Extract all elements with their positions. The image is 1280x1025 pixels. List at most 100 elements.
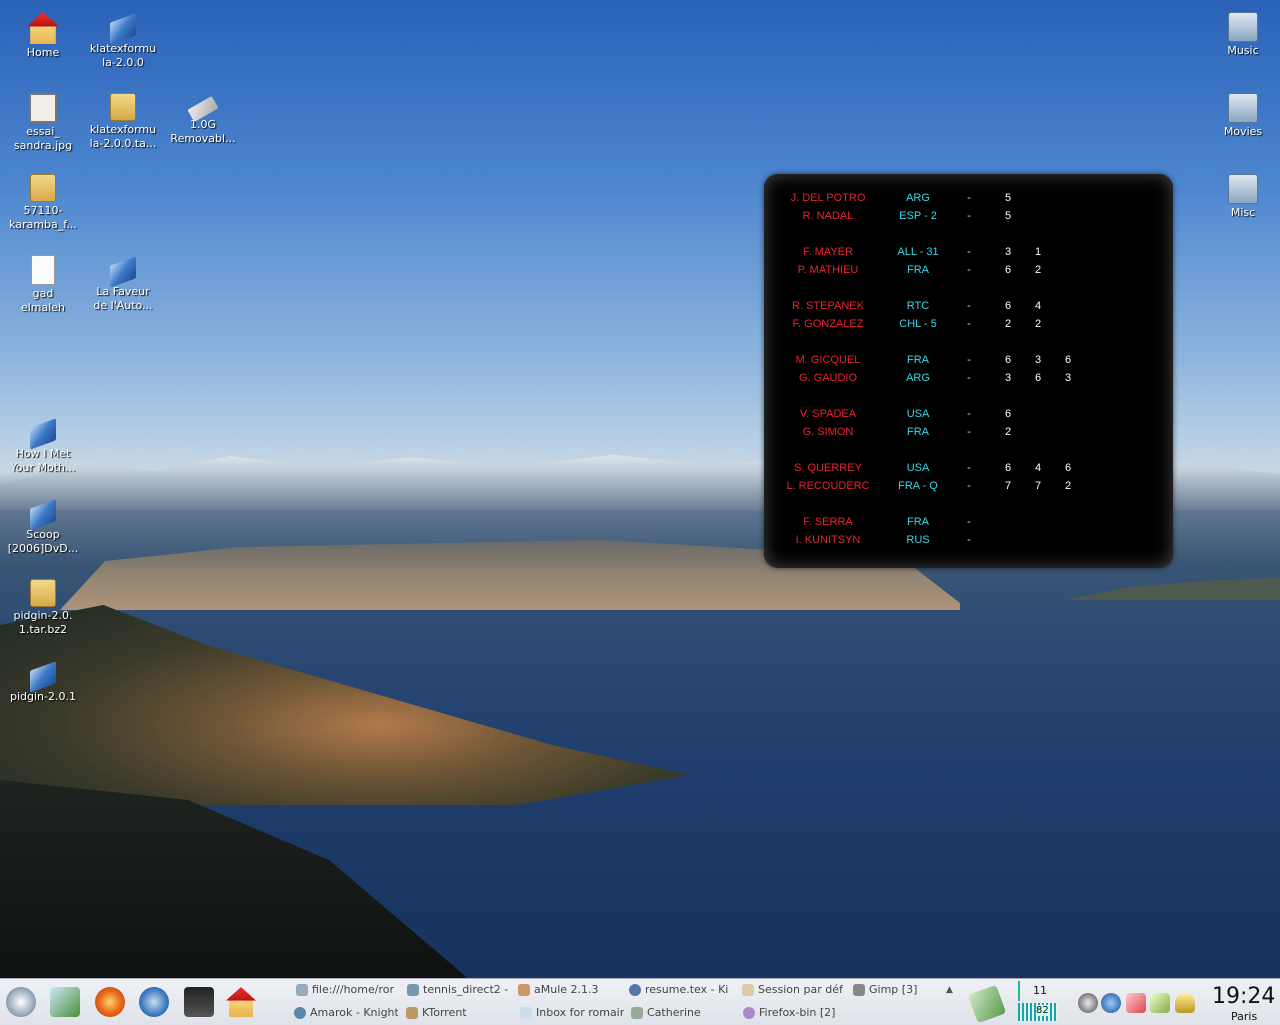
desktop-icon-movies[interactable]: Movies — [1203, 93, 1280, 139]
firefox-icon — [743, 1007, 755, 1019]
desktop-icon-label: elmaleh — [20, 301, 66, 314]
desktop-icon-label: la-2.0.0.ta... — [89, 137, 157, 150]
desktop-icon-label: Movies — [1223, 125, 1263, 138]
desktop-icon-label: essai_ — [26, 125, 60, 138]
volume-icon[interactable] — [1078, 993, 1098, 1013]
player-name: F. MAYER — [803, 246, 853, 258]
player-name: J. DEL POTRO — [790, 192, 866, 204]
desktop-icon-label: klatexformu — [89, 42, 157, 55]
desktop-icon-pidgin-archive[interactable]: pidgin-2.0. 1.tar.bz2 — [3, 579, 83, 637]
score-separator: - — [967, 516, 971, 528]
score-separator: - — [967, 300, 971, 312]
player-name: V. SPADEA — [799, 408, 857, 420]
set-score: 3 — [1004, 372, 1012, 384]
player-line: F. GONZALEZ CHL - 5 - 2 2 — [764, 315, 1173, 333]
home-launcher-icon[interactable] — [226, 987, 256, 1017]
set-score: 6 — [1064, 462, 1072, 474]
desktop-icon-label: 57110- — [23, 204, 63, 217]
task-firefox[interactable]: Firefox-bin [2] — [743, 1003, 847, 1023]
score-separator: - — [967, 264, 971, 276]
player-line: G. GAUDIO ARG - 3 6 3 — [764, 369, 1173, 387]
terminal-launcher-icon[interactable] — [184, 987, 214, 1017]
desktop-icon-label: Home — [26, 46, 60, 59]
task-file-manager[interactable]: file:///home/ror — [296, 980, 400, 1000]
task-amule[interactable]: aMule 2.1.3 — [518, 980, 622, 1000]
tray-app-icon[interactable] — [1175, 993, 1195, 1013]
player-name: R. NADAL — [802, 210, 854, 222]
book-icon — [110, 256, 136, 288]
desktop-icon-label: 1.tar.bz2 — [18, 623, 68, 636]
desktop-icon-home[interactable]: Home — [3, 12, 83, 60]
set-score: 2 — [1034, 318, 1042, 330]
desktop-icon-music[interactable]: Music — [1203, 12, 1280, 58]
desktop-icon-karamba[interactable]: 57110- karamba_f... — [3, 174, 83, 232]
desktop-icon-klatexformula-archive[interactable]: klatexformu la-2.0.0.ta... — [83, 93, 163, 151]
set-score: 3 — [1034, 354, 1042, 366]
editor-launcher-icon[interactable] — [50, 987, 80, 1017]
player-line: G. SIMON FRA - 2 — [764, 423, 1173, 441]
task-session[interactable]: Session par déf — [742, 980, 846, 1000]
archive-icon — [110, 93, 136, 121]
desktop-show-icon[interactable] — [967, 984, 1007, 1024]
score-separator: - — [967, 534, 971, 546]
set-score: 6 — [1004, 264, 1012, 276]
desktop-icon-pidgin[interactable]: pidgin-2.0.1 — [3, 660, 83, 704]
set-score: 4 — [1034, 300, 1042, 312]
desktop-icon-la-faveur[interactable]: La Faveur de l'Auto... — [83, 255, 163, 313]
set-score: 7 — [1004, 480, 1012, 492]
player-name: S. QUERREY — [794, 462, 862, 474]
expand-arrow-icon[interactable]: ▲ — [946, 985, 953, 995]
player-line: R. NADAL ESP - 2 - 5 — [764, 207, 1173, 225]
desktop-icon-label: pidgin-2.0. — [13, 609, 73, 622]
notes-icon[interactable] — [1126, 993, 1146, 1013]
desktop-icon-essai-sandra[interactable]: essai_ sandra.jpg — [3, 93, 83, 153]
task-gimp[interactable]: Gimp [3] — [853, 980, 943, 1000]
home-icon — [27, 12, 59, 44]
desktop-icon-label: de l'Auto... — [93, 299, 153, 312]
konqueror-launcher-icon[interactable] — [139, 987, 169, 1017]
set-score: 6 — [1004, 462, 1012, 474]
background-island — [1065, 578, 1280, 600]
desktop-icon-misc[interactable]: Misc — [1203, 174, 1280, 220]
book-icon — [30, 499, 56, 531]
player-country: ARG — [906, 372, 930, 384]
desktop-icon-label: Scoop — [26, 528, 60, 541]
app-icon — [407, 984, 419, 996]
taskbar: file:///home/ror tennis_direct2 - aMule … — [0, 978, 1280, 1025]
pager-desktop-label[interactable]: 11 — [1018, 981, 1060, 1001]
desktop-icon-how-i-met[interactable]: How I Met Your Moth... — [3, 417, 83, 475]
player-country: FRA — [907, 354, 929, 366]
player-name: R. STEPANEK — [792, 300, 864, 312]
task-inbox[interactable]: Inbox for romain — [520, 1003, 624, 1023]
desktop-icon-removable-drive[interactable]: 1.0G Removabl... — [163, 93, 243, 146]
file-manager-icon — [296, 984, 308, 996]
network-icon[interactable] — [1101, 993, 1121, 1013]
clipboard-icon[interactable] — [1150, 993, 1170, 1013]
firefox-launcher-icon[interactable] — [95, 987, 125, 1017]
desktop-icon-label: 1.0G — [189, 118, 217, 131]
task-amarok[interactable]: Amarok - Knight — [294, 1003, 398, 1023]
task-resume-tex[interactable]: resume.tex - Ki — [629, 980, 733, 1000]
player-country: FRA — [907, 264, 929, 276]
desktop-icon-label: Music — [1227, 44, 1259, 57]
set-score: 2 — [1034, 264, 1042, 276]
player-line: P. MATHIEU FRA - 6 2 — [764, 261, 1173, 279]
desktop-icon-gad-elmaleh[interactable]: gad elmaleh — [3, 255, 83, 315]
kde-menu-icon[interactable] — [6, 987, 36, 1017]
desktop-icon-klatexformula[interactable]: klatexformu la-2.0.0 — [83, 12, 163, 70]
task-tennis-direct[interactable]: tennis_direct2 - — [407, 980, 511, 1000]
task-catherine[interactable]: Catherine — [631, 1003, 735, 1023]
task-ktorrent[interactable]: KTorrent — [406, 1003, 510, 1023]
clock-time[interactable]: 19:24 — [1212, 984, 1275, 1009]
set-score: 5 — [1004, 210, 1012, 222]
set-score: 5 — [1004, 192, 1012, 204]
player-country: FRA — [907, 426, 929, 438]
player-line: L. RECOUDERC FRA - Q - 7 7 2 — [764, 477, 1173, 495]
score-separator: - — [967, 408, 971, 420]
desktop-icon-label: Removabl... — [170, 132, 236, 145]
player-country: ARG — [906, 192, 930, 204]
set-score: 2 — [1064, 480, 1072, 492]
tennis-score-widget[interactable]: J. DEL POTRO ARG - 5 R. NADAL ESP - 2 - … — [764, 174, 1173, 568]
player-line: I. KUNITSYN RUS - — [764, 531, 1173, 549]
desktop-icon-scoop[interactable]: Scoop [2006]DvD... — [3, 498, 83, 556]
